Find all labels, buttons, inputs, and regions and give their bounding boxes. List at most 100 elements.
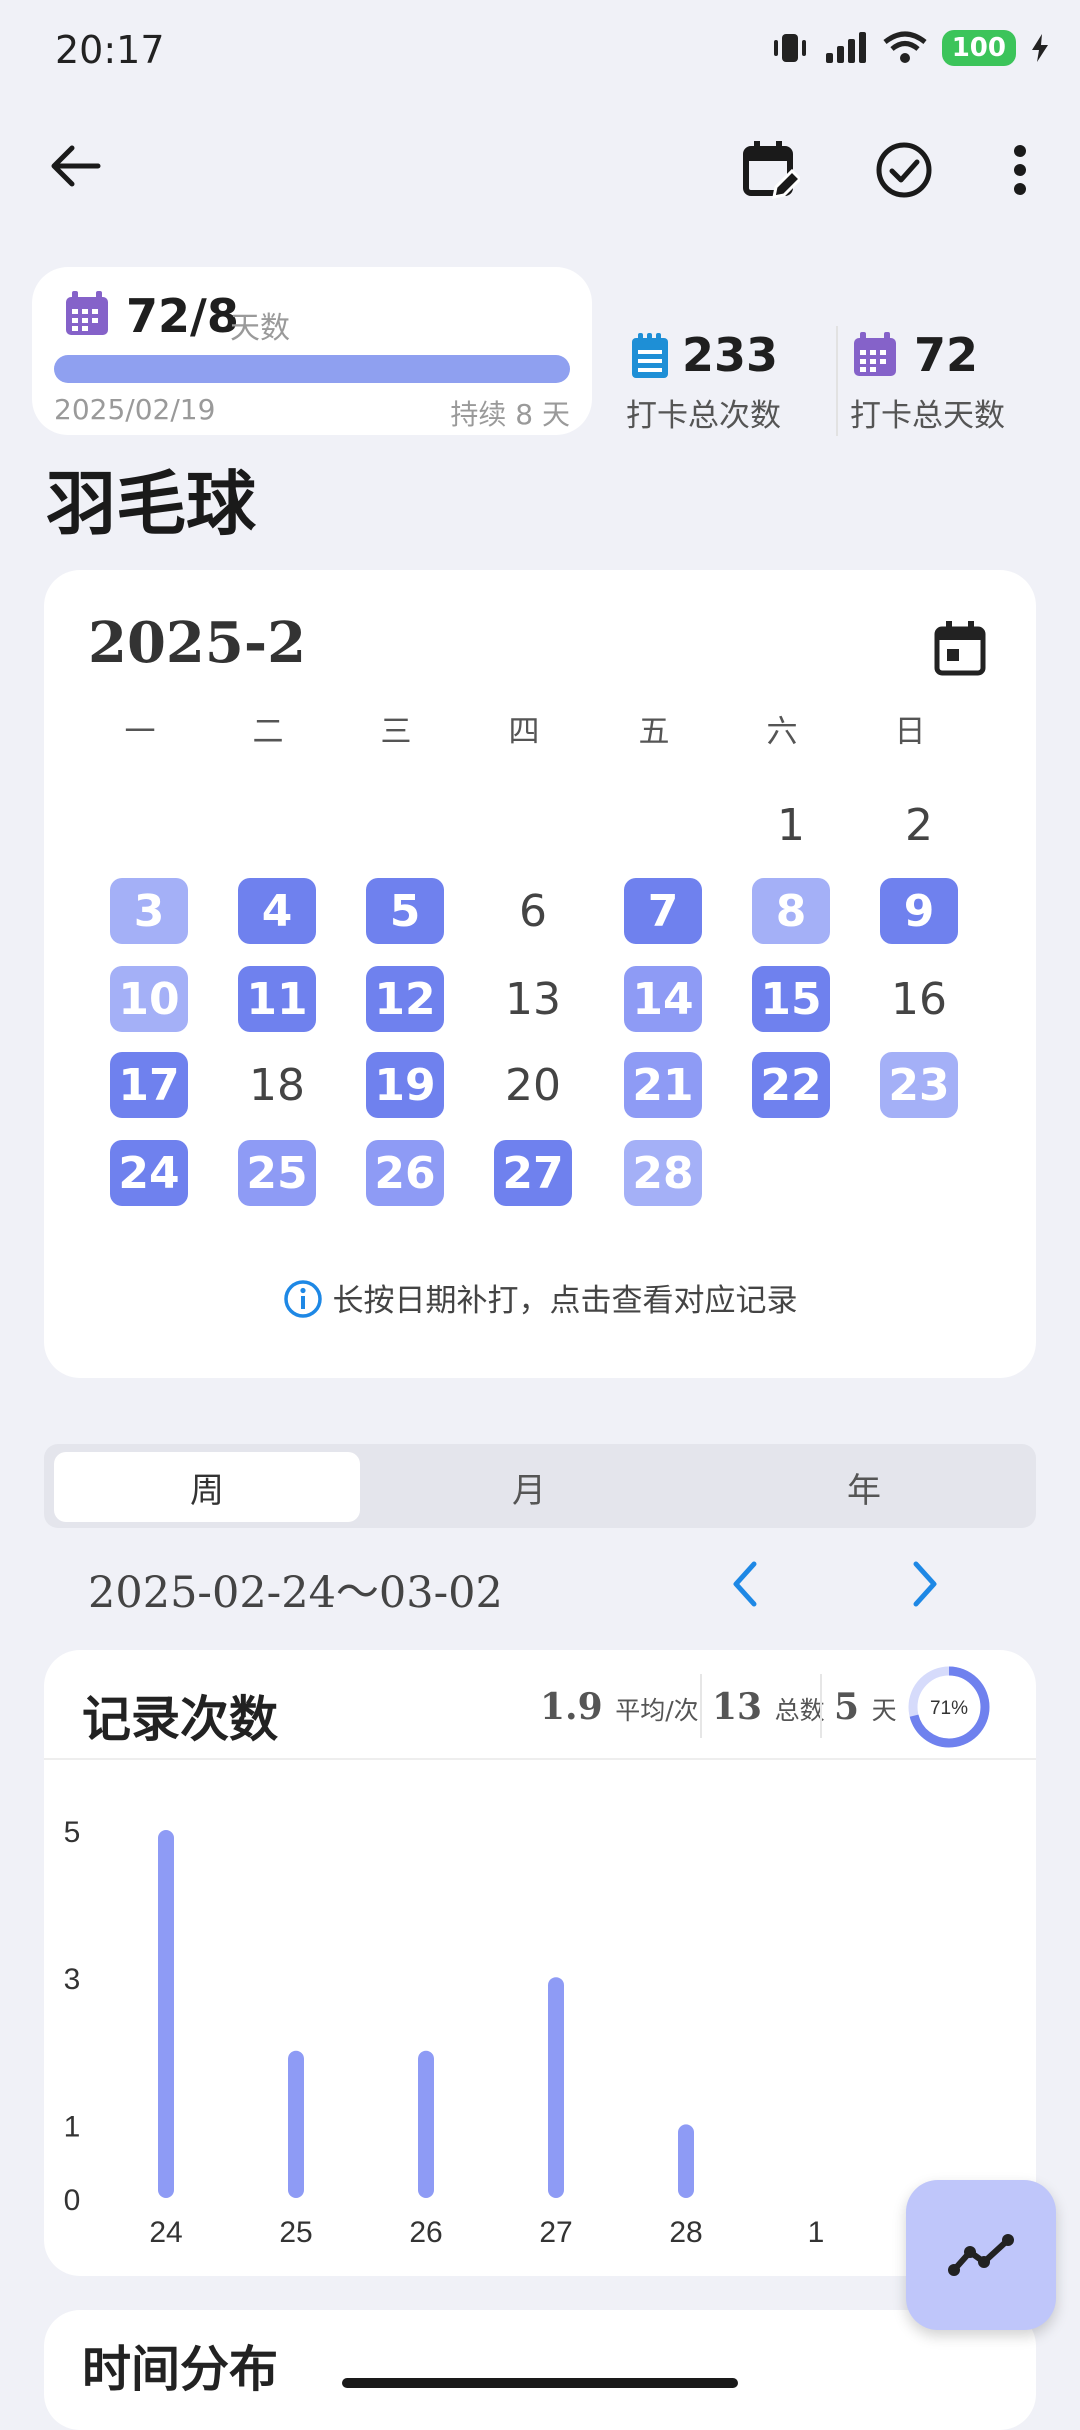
calendar-day[interactable]: 24 — [110, 1140, 188, 1206]
time-distribution-title: 时间分布 — [82, 2341, 279, 2398]
check-button[interactable] — [864, 130, 944, 210]
metric-divider — [820, 1674, 822, 1738]
calendar-day[interactable]: 2 — [880, 792, 958, 858]
average-metric: 1.9 平均/次 — [540, 1686, 699, 1728]
calendar-hint-text: 长按日期补打，点击查看对应记录 — [332, 1283, 798, 1319]
total-days-value: 72 — [914, 328, 979, 382]
streak-summary-card[interactable]: 72/8 天数 2025/02/19 持续 8 天 — [32, 267, 592, 435]
date-range: 2025-02-24～03-02 — [88, 1568, 503, 1618]
calendar-day[interactable]: 6 — [494, 878, 572, 944]
calendar-day[interactable]: 10 — [110, 966, 188, 1032]
status-time: 20:17 — [55, 28, 165, 72]
calendar-day[interactable]: 13 — [494, 966, 572, 1032]
stat-divider — [836, 326, 838, 436]
bar[interactable] — [678, 2124, 694, 2198]
metric-divider — [700, 1674, 702, 1738]
calendar-day[interactable]: 1 — [752, 792, 830, 858]
calendar-day[interactable]: 14 — [624, 966, 702, 1032]
edit-calendar-icon — [743, 141, 800, 199]
check-circle-icon — [876, 142, 932, 198]
average-label: 平均/次 — [615, 1696, 699, 1725]
calendar-day[interactable]: 28 — [624, 1140, 702, 1206]
total-label: 总数 — [774, 1696, 825, 1725]
duration-text: 持续 8 天 — [450, 398, 570, 431]
start-date: 2025/02/19 — [54, 393, 216, 426]
info-icon — [283, 1280, 322, 1318]
home-indicator[interactable] — [342, 2378, 738, 2388]
streak-value: 72/8 — [126, 289, 239, 343]
calendar-day[interactable]: 12 — [366, 966, 444, 1032]
calendar-day[interactable]: 15 — [752, 966, 830, 1032]
average-value: 1.9 — [540, 1686, 603, 1728]
calendar-day[interactable]: 19 — [366, 1052, 444, 1118]
habit-title: 羽毛球 — [46, 463, 256, 545]
record-count-card: 记录次数 1.9 平均/次 13 总数 5 天 71% 0 1 3 5 24 25 26 27… — [44, 1650, 1036, 2276]
calendar-day[interactable]: 8 — [752, 878, 830, 944]
calendar-day[interactable]: 22 — [752, 1052, 830, 1118]
chevron-left-icon — [733, 1561, 757, 1607]
bar[interactable] — [418, 2050, 434, 2198]
back-button[interactable] — [40, 130, 112, 202]
calendar-card: 2025-2 一二三四五六日 1 2 3 4 5 6 7 8 9 10 11 12 13 14 15 16 17… — [44, 570, 1036, 1378]
wifi-icon — [883, 31, 927, 63]
y-tick-label: 0 — [64, 2184, 81, 2217]
previous-week-button[interactable] — [712, 1548, 776, 1620]
trend-line-icon — [948, 2234, 1014, 2276]
edit-calendar-button[interactable] — [730, 130, 810, 210]
calendar-day[interactable]: 20 — [494, 1052, 572, 1118]
calendar-day[interactable]: 25 — [238, 1140, 316, 1206]
days-metric: 5 天 — [834, 1686, 897, 1728]
y-tick-label: 3 — [64, 1963, 81, 1996]
chevron-right-icon — [913, 1561, 937, 1607]
calendar-icon — [854, 332, 896, 376]
calendar-day[interactable]: 5 — [366, 878, 444, 944]
calendar-day[interactable]: 17 — [110, 1052, 188, 1118]
completion-ring: 71% — [908, 1666, 990, 1748]
total-days-label: 打卡总天数 — [850, 398, 1005, 434]
streak-progress-bar — [54, 355, 570, 383]
tab-week[interactable]: 周 — [54, 1452, 360, 1522]
signal-icon — [825, 32, 866, 63]
calendar-today-icon — [934, 621, 986, 676]
trend-fab[interactable] — [906, 2180, 1056, 2330]
status-icons: 100 — [770, 30, 1050, 66]
more-button[interactable] — [990, 130, 1050, 210]
calendar-icon — [66, 291, 108, 335]
more-vertical-icon — [1014, 145, 1026, 195]
calendar-day[interactable]: 9 — [880, 878, 958, 944]
x-tick-label: 28 — [669, 2216, 702, 2249]
bar[interactable] — [548, 1977, 564, 2198]
weekday-label: 五 — [638, 714, 670, 750]
bar[interactable] — [158, 1830, 174, 2198]
calendar-month-title[interactable]: 2025-2 — [88, 610, 306, 676]
streak-unit: 天数 — [230, 311, 290, 346]
calendar-day[interactable]: 11 — [238, 966, 316, 1032]
calendar-day[interactable]: 4 — [238, 878, 316, 944]
record-count-title: 记录次数 — [82, 1691, 279, 1748]
calendar-day[interactable]: 18 — [238, 1052, 316, 1118]
calendar-day[interactable]: 3 — [110, 878, 188, 944]
weekday-label: 日 — [894, 714, 926, 750]
month-picker-button[interactable] — [924, 612, 996, 684]
record-count-chart: 0135242526272812 — [64, 1816, 955, 2249]
weekday-label: 三 — [380, 714, 412, 750]
ring-percent-label: 71% — [930, 1698, 968, 1719]
calendar-day[interactable]: 7 — [624, 878, 702, 944]
tab-month[interactable]: 月 — [374, 1452, 684, 1522]
tab-year[interactable]: 年 — [704, 1452, 1024, 1522]
arrow-left-icon — [51, 145, 101, 187]
calendar-day[interactable]: 23 — [880, 1052, 958, 1118]
x-tick-label: 27 — [539, 2216, 572, 2249]
calendar-day[interactable]: 16 — [880, 966, 958, 1032]
calendar-day[interactable]: 27 — [494, 1140, 572, 1206]
bar[interactable] — [288, 2050, 304, 2198]
calendar-day[interactable]: 21 — [624, 1052, 702, 1118]
charging-icon — [1032, 34, 1048, 62]
calendar-day[interactable]: 26 — [366, 1140, 444, 1206]
period-tabs: 周 月 年 — [44, 1444, 1036, 1528]
next-week-button[interactable] — [894, 1548, 958, 1620]
weekday-label: 六 — [766, 714, 798, 750]
time-distribution-card: 时间分布 — [44, 2310, 1036, 2430]
y-tick-label: 5 — [64, 1816, 81, 1849]
weekday-label: 一 — [124, 714, 156, 750]
